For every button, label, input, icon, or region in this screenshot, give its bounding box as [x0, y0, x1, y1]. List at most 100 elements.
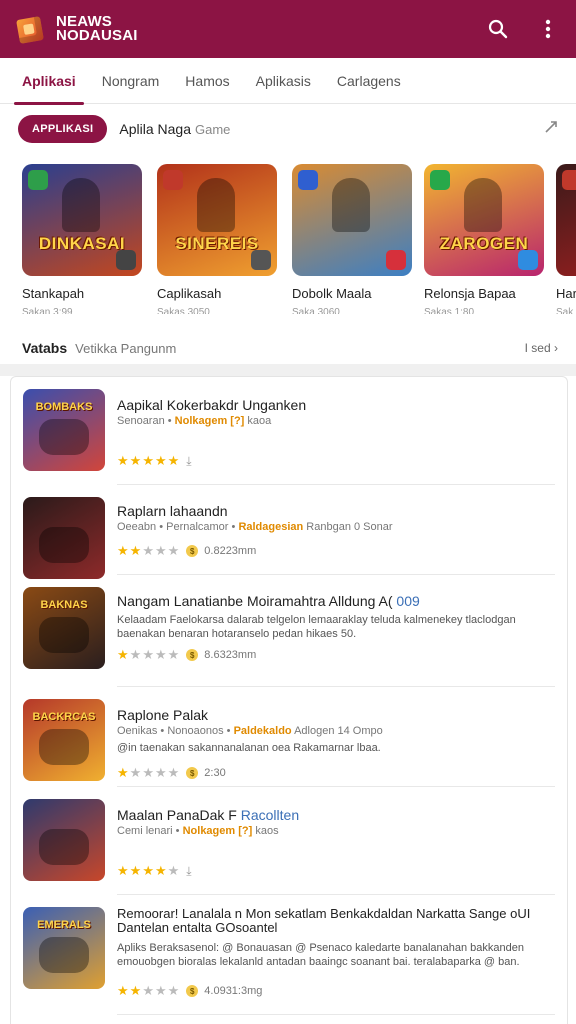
star-icon: ★	[154, 453, 168, 468]
carousel-card[interactable]: DINKASAI Stankapah Sakan 3:99	[22, 164, 144, 314]
star-icon: ★	[142, 983, 155, 998]
star-rating: ★★★★★	[117, 983, 180, 999]
app-icon: BOMBAKS	[23, 389, 105, 471]
list-item-title: Nangam Lanatianbe Moiramahtra Alldung A(…	[117, 593, 420, 609]
platform-badge-icon	[386, 250, 406, 270]
star-icon: ★	[129, 453, 143, 468]
section-subtitle: Vetikka Pangunm	[75, 340, 177, 356]
rating-row: ★★★★★ $0.8223mm	[117, 543, 256, 559]
app-icon: BACKRCAS	[23, 699, 105, 781]
coin-icon: $	[186, 649, 199, 661]
star-icon: ★	[154, 863, 168, 878]
store-badge-icon	[430, 170, 450, 190]
character-art	[332, 178, 370, 232]
star-icon: ★	[167, 765, 181, 780]
carousel-card-name: Relonsja Bapaa	[424, 286, 516, 301]
subtitle-tag: Paldekaldo	[233, 725, 292, 737]
star-icon: ★	[154, 647, 168, 662]
star-icon: ★	[117, 863, 130, 878]
carousel-card-thumbnail	[292, 164, 412, 276]
tab-aplikasi[interactable]: Aplikasi	[14, 58, 84, 105]
star-icon: ★	[167, 453, 181, 468]
rating-value: 0.8223mm	[204, 545, 257, 557]
carousel-card-meta: Saka 3060	[292, 307, 340, 314]
filter-row: APPLIKASI Aplila Naga Game	[0, 114, 576, 144]
character-art	[197, 178, 235, 232]
expand-icon[interactable]	[544, 120, 558, 137]
rating-value: 8.6323mm	[204, 649, 257, 661]
app-icon: EMERALS	[23, 907, 105, 989]
star-rating: ★★★★★	[117, 453, 180, 469]
tab-hamos[interactable]: Hamos	[185, 58, 229, 104]
icon-art-text: BAKNAS	[40, 599, 88, 611]
more-vert-icon[interactable]	[536, 17, 560, 41]
star-icon: ★	[142, 647, 155, 662]
star-icon: ★	[129, 647, 143, 662]
coin-icon: $	[186, 545, 199, 557]
see-all-link[interactable]: I sed ›	[525, 341, 558, 355]
list-item[interactable]: BACKRCAS Raplone Palak Oenikas • Nonoaonos…	[11, 687, 567, 787]
carousel-card-thumbnail	[556, 164, 576, 276]
list-item[interactable]: BOMBAKS Aapikal Kokerbakdr Unganken Senoar…	[11, 377, 567, 485]
carousel-card[interactable]: ZAROGEN Relonsja Bapaa Sakas 1:80	[424, 164, 546, 314]
filter-subtitle: Game	[194, 121, 231, 137]
rating-row: ★★★★★ $2:30	[117, 765, 226, 781]
rating-row: ★★★★★ $4.0931:3mg	[117, 983, 262, 999]
star-icon: ★	[129, 863, 143, 878]
list-item-subtitle: Senoaran • Nolkagem [?] kaoa	[117, 415, 272, 427]
icon-art-text: BACKRCAS	[32, 711, 96, 723]
star-icon: ★	[154, 983, 168, 998]
list-item[interactable]: EMERALS Remoorar! Lanalala n Mon sekatlam…	[11, 895, 567, 1015]
tab-bar: Aplikasi Nongram Hamos Aplikasis Carlage…	[0, 58, 576, 105]
star-icon: ★	[167, 543, 181, 558]
search-icon[interactable]	[486, 17, 510, 41]
list-item-title: Maalan PanaDak F Racollten	[117, 807, 300, 823]
title-highlight: Racollten	[240, 807, 300, 823]
carousel-card-name: Caplikasah	[157, 286, 222, 301]
list-item[interactable]: BAKNAS Nangam Lanatianbe Moiramahtra Alld…	[11, 575, 567, 687]
list-item-subtitle: Oeeabn • Pernalcamor • Raldagesian Ranbg…	[117, 521, 393, 533]
carousel-card-meta: Sakas 1:80	[424, 307, 475, 314]
category-chip[interactable]: APPLIKASI	[18, 115, 108, 143]
star-icon: ★	[117, 765, 130, 780]
character-art	[464, 178, 502, 232]
star-rating: ★★★★★	[117, 647, 180, 663]
tab-nongram[interactable]: Nongram	[102, 58, 160, 104]
star-icon: ★	[129, 765, 143, 780]
carousel-card-name: Har	[556, 286, 576, 301]
star-icon: ★	[117, 647, 130, 662]
store-badge-icon	[163, 170, 183, 190]
icon-art	[39, 419, 89, 455]
carousel-card-meta: Sakan 3:99	[22, 307, 73, 314]
star-icon: ★	[117, 543, 130, 558]
platform-badge-icon	[251, 250, 271, 270]
carousel-card[interactable]: SINEREIS Caplikasah Sakas 3050	[157, 164, 279, 314]
icon-art	[39, 829, 89, 865]
subtitle-tag: Raldagesian	[238, 521, 304, 533]
rating-row: ★★★★★ ⤓	[117, 863, 192, 879]
app-icon	[23, 799, 105, 881]
rating-value: 4.0931:3mg	[204, 985, 263, 997]
star-icon: ★	[142, 765, 155, 780]
star-icon: ★	[167, 983, 181, 998]
rating-row: ★★★★★ $8.6323mm	[117, 647, 256, 663]
star-icon: ★	[117, 453, 130, 468]
star-icon: ★	[142, 453, 155, 468]
list-item-description: @in taenakan sakannanalanan oea Rakamarn…	[117, 742, 381, 754]
coin-icon: $	[186, 985, 199, 997]
carousel-card-thumbnail: DINKASAI	[22, 164, 142, 276]
list-item[interactable]: Maalan PanaDak F Racollten Cemi lenari • …	[11, 787, 567, 895]
store-badge-icon	[298, 170, 318, 190]
carousel-card-meta: Sakas 3050	[157, 307, 210, 314]
store-badge-icon	[562, 170, 576, 190]
carousel-card[interactable]: Dobolk Maala Saka 3060	[292, 164, 414, 314]
tab-carlagens[interactable]: Carlagens	[337, 58, 401, 104]
icon-art-text: EMERALS	[37, 919, 91, 931]
icon-art	[39, 617, 89, 653]
download-icon: ⤓	[186, 453, 192, 468]
list-item[interactable]: Raplarn lahaandn Oeeabn • Pernalcamor • R…	[11, 485, 567, 579]
carousel-card[interactable]: Har Sak	[556, 164, 576, 314]
platform-badge-icon	[518, 250, 538, 270]
tab-aplikasis[interactable]: Aplikasis	[256, 58, 311, 104]
app-icon: BAKNAS	[23, 587, 105, 669]
